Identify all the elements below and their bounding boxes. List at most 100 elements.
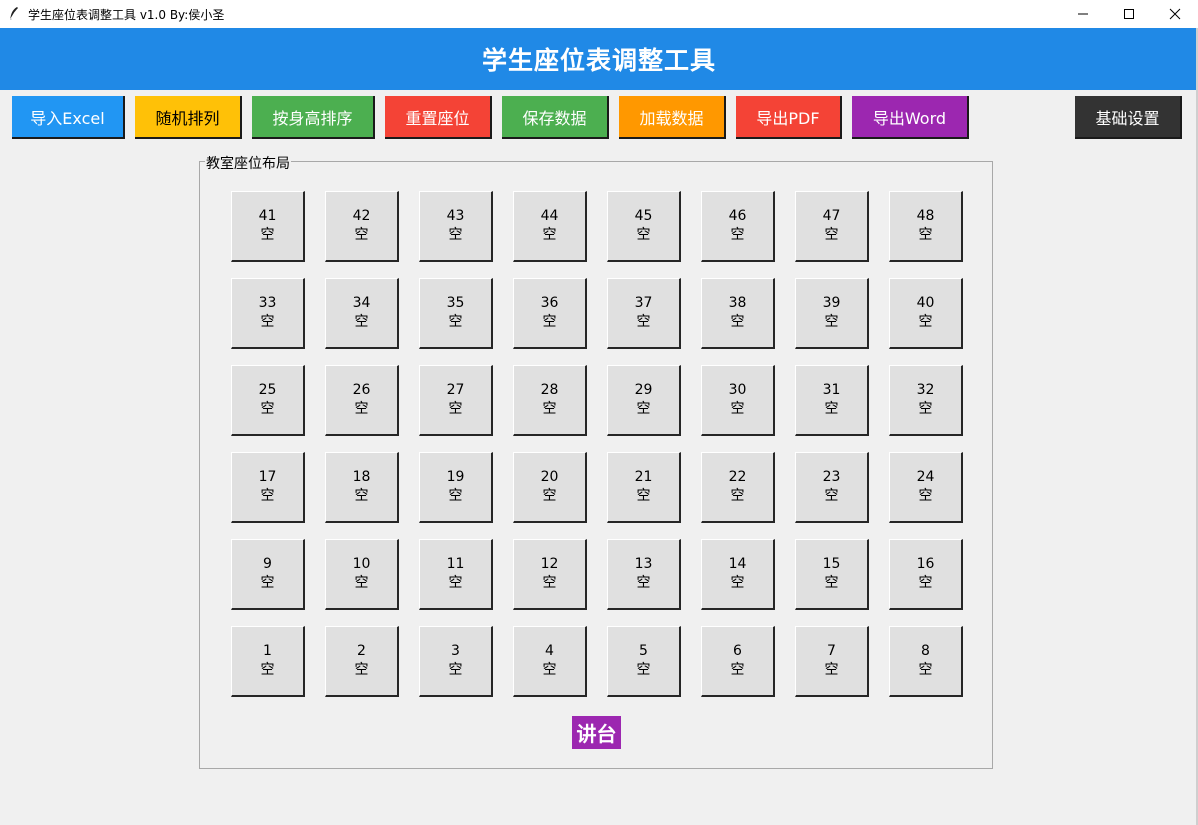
seat-student-name: 空 <box>260 575 275 591</box>
seat-button[interactable]: 39 空 <box>795 278 869 349</box>
seat-button[interactable]: 26 空 <box>325 365 399 436</box>
seat-button[interactable]: 42 空 <box>325 191 399 262</box>
seat-student-name: 空 <box>448 488 463 504</box>
seat-button[interactable]: 13 空 <box>607 539 681 610</box>
seat-button[interactable]: 25 空 <box>231 365 305 436</box>
seat-button[interactable]: 47 空 <box>795 191 869 262</box>
seat-student-name: 空 <box>636 488 651 504</box>
seat-number: 31 <box>822 382 841 398</box>
seat-button[interactable]: 33 空 <box>231 278 305 349</box>
random-arrange-button[interactable]: 随机排列 <box>135 96 242 139</box>
seat-number: 19 <box>446 469 465 485</box>
seat-student-name: 空 <box>636 575 651 591</box>
seat-button[interactable]: 6空 <box>701 626 775 697</box>
seat-student-name: 空 <box>824 488 839 504</box>
seat-button[interactable]: 46 空 <box>701 191 775 262</box>
seat-number: 28 <box>540 382 559 398</box>
reset-seats-button[interactable]: 重置座位 <box>385 96 492 139</box>
seat-button[interactable]: 45 空 <box>607 191 681 262</box>
seat-button[interactable]: 28 空 <box>513 365 587 436</box>
seat-button[interactable]: 20 空 <box>513 452 587 523</box>
seat-button[interactable]: 31 空 <box>795 365 869 436</box>
seat-button[interactable]: 8空 <box>889 626 963 697</box>
seat-button[interactable]: 3空 <box>419 626 493 697</box>
seat-student-name: 空 <box>260 401 275 417</box>
seat-button[interactable]: 38 空 <box>701 278 775 349</box>
seat-student-name: 空 <box>730 227 745 243</box>
feather-icon <box>6 6 22 22</box>
seat-button[interactable]: 4空 <box>513 626 587 697</box>
seat-button[interactable]: 27 空 <box>419 365 493 436</box>
seat-number: 12 <box>540 556 559 572</box>
seat-button[interactable]: 2空 <box>325 626 399 697</box>
export-pdf-button[interactable]: 导出PDF <box>736 96 842 139</box>
seat-student-name: 空 <box>448 314 463 330</box>
seat-student-name: 空 <box>636 401 651 417</box>
seat-button[interactable]: 37 空 <box>607 278 681 349</box>
seat-student-name: 空 <box>918 227 933 243</box>
seat-button[interactable]: 22 空 <box>701 452 775 523</box>
import-excel-button[interactable]: 导入Excel <box>12 96 125 139</box>
seat-button[interactable]: 48 空 <box>889 191 963 262</box>
seat-number: 18 <box>352 469 371 485</box>
seat-button[interactable]: 36 空 <box>513 278 587 349</box>
seat-student-name: 空 <box>918 401 933 417</box>
basic-settings-button[interactable]: 基础设置 <box>1075 96 1182 139</box>
load-data-button[interactable]: 加载数据 <box>619 96 726 139</box>
seat-number: 38 <box>728 295 747 311</box>
save-data-button[interactable]: 保存数据 <box>502 96 609 139</box>
seat-student-name: 空 <box>824 314 839 330</box>
window-controls <box>1060 0 1198 28</box>
seat-button[interactable]: 11 空 <box>419 539 493 610</box>
seat-number: 43 <box>446 208 465 224</box>
seat-student-name: 空 <box>542 662 557 678</box>
seat-button[interactable]: 19 空 <box>419 452 493 523</box>
seat-button[interactable]: 21 空 <box>607 452 681 523</box>
seat-button[interactable]: 15 空 <box>795 539 869 610</box>
minimize-button[interactable] <box>1060 0 1106 28</box>
app-title: 学生座位表调整工具 <box>481 46 716 75</box>
seat-button[interactable]: 32 空 <box>889 365 963 436</box>
seat-button[interactable]: 44 空 <box>513 191 587 262</box>
seat-button[interactable]: 23 空 <box>795 452 869 523</box>
seat-student-name: 空 <box>824 227 839 243</box>
seat-button[interactable]: 35 空 <box>419 278 493 349</box>
seat-button[interactable]: 17 空 <box>231 452 305 523</box>
seat-button[interactable]: 16 空 <box>889 539 963 610</box>
seat-number: 22 <box>728 469 747 485</box>
seat-number: 33 <box>258 295 277 311</box>
seat-button[interactable]: 43 空 <box>419 191 493 262</box>
seat-number: 47 <box>822 208 841 224</box>
export-word-button[interactable]: 导出Word <box>852 96 969 139</box>
seat-number: 34 <box>352 295 371 311</box>
seat-button[interactable]: 34 空 <box>325 278 399 349</box>
seat-student-name: 空 <box>636 662 651 678</box>
window-title: 学生座位表调整工具 v1.0 By:侯小圣 <box>28 7 225 22</box>
seat-number: 15 <box>822 556 841 572</box>
seat-number: 16 <box>916 556 935 572</box>
seat-button[interactable]: 12 空 <box>513 539 587 610</box>
seat-button[interactable]: 30 空 <box>701 365 775 436</box>
seat-button[interactable]: 41 空 <box>231 191 305 262</box>
seat-number: 2 <box>357 643 366 659</box>
seat-number: 24 <box>916 469 935 485</box>
close-icon <box>1169 8 1181 20</box>
seat-button[interactable]: 9空 <box>231 539 305 610</box>
podium: 讲台 <box>572 716 621 749</box>
seat-button[interactable]: 40 空 <box>889 278 963 349</box>
maximize-button[interactable] <box>1106 0 1152 28</box>
seat-student-name: 空 <box>260 662 275 678</box>
seat-student-name: 空 <box>448 401 463 417</box>
sort-by-height-button[interactable]: 按身高排序 <box>252 96 375 139</box>
seat-button[interactable]: 14 空 <box>701 539 775 610</box>
close-button[interactable] <box>1152 0 1198 28</box>
seat-button[interactable]: 5空 <box>607 626 681 697</box>
seat-button[interactable]: 10 空 <box>325 539 399 610</box>
seat-button[interactable]: 7空 <box>795 626 869 697</box>
seat-student-name: 空 <box>354 488 369 504</box>
seat-button[interactable]: 24 空 <box>889 452 963 523</box>
seat-button[interactable]: 29 空 <box>607 365 681 436</box>
seat-button[interactable]: 18 空 <box>325 452 399 523</box>
seat-number: 1 <box>263 643 272 659</box>
seat-button[interactable]: 1空 <box>231 626 305 697</box>
